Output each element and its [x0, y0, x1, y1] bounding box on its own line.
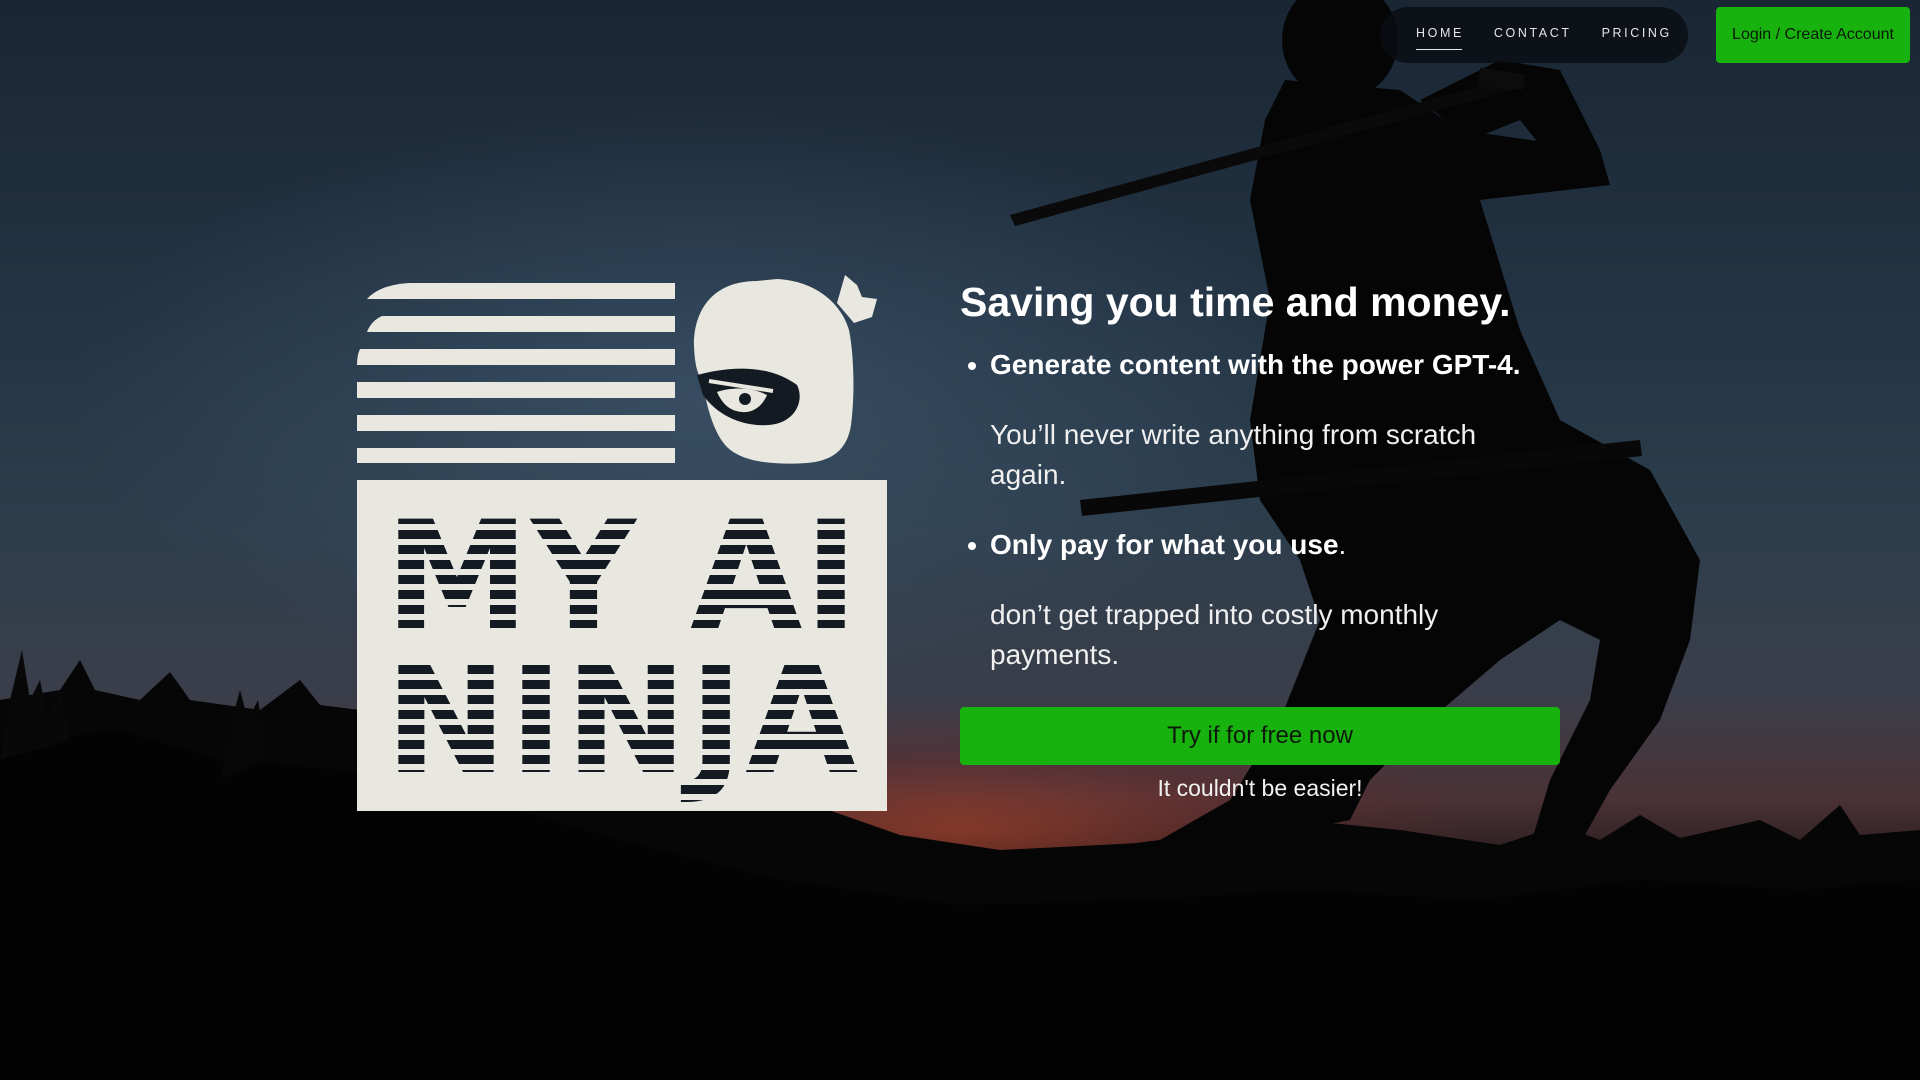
login-create-account-button[interactable]: Login / Create Account: [1716, 7, 1910, 63]
speed-lines-icon: [357, 283, 675, 463]
feature-title-suffix: .: [1338, 529, 1347, 560]
ninja-head-icon: [693, 275, 877, 464]
try-free-button[interactable]: Try if for free now: [960, 707, 1560, 765]
main-nav: HOME CONTACT PRICING: [1380, 7, 1688, 63]
nav-pricing-link[interactable]: PRICING: [1602, 26, 1672, 44]
hero-headline: Saving you time and money.: [960, 279, 1511, 325]
feature-description: You’ll never write anything from scratch…: [990, 419, 1477, 490]
nav-contact-link[interactable]: CONTACT: [1494, 26, 1572, 44]
logo-wordmark: MY AI NINJA: [385, 490, 860, 808]
feature-title: Generate content with the power GPT-4.: [990, 349, 1521, 380]
feature-item: Generate content with the power GPT-4.: [960, 345, 1521, 385]
feature-description: don’t get trapped into costly monthly pa…: [990, 599, 1439, 670]
nav-home-link[interactable]: HOME: [1416, 26, 1464, 50]
hero-copy: Saving you time and money. Generate cont…: [960, 275, 1620, 801]
feature-item: Only pay for what you use.: [960, 525, 1346, 565]
logo-line-2: NINJA: [385, 634, 860, 808]
cta-note: It couldn't be easier!: [1157, 775, 1363, 801]
bullet-icon: [968, 362, 976, 370]
my-ai-ninja-logo: MY AI NINJA: [357, 275, 887, 811]
bullet-icon: [968, 542, 976, 550]
feature-title: Only pay for what you use: [990, 529, 1339, 560]
